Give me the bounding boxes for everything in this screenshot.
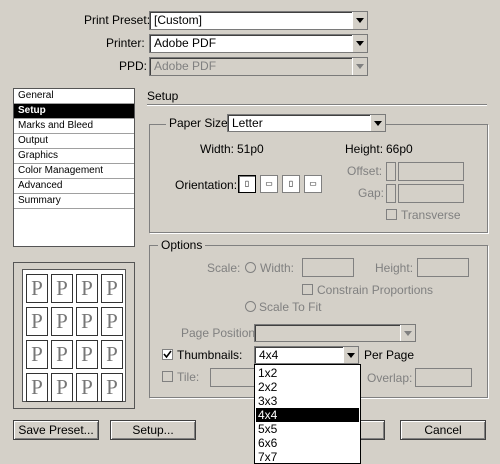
overlap-field	[415, 368, 472, 387]
width-value: 51p0	[237, 142, 264, 156]
tile-field	[210, 368, 256, 387]
constrain-proportions-checkbox	[302, 284, 313, 295]
preview-page: P	[76, 307, 98, 336]
preview-page: P	[101, 373, 123, 402]
gap-stepper	[386, 184, 396, 203]
transverse-checkbox	[386, 209, 397, 220]
scale-width-label: Width:	[260, 261, 295, 275]
preview-page: P	[51, 373, 73, 402]
checkmark-icon	[163, 350, 172, 359]
thumbnails-value: 4x4	[259, 348, 279, 362]
sidebar-item-advanced[interactable]: Advanced	[14, 179, 134, 194]
sidebar-item-summary[interactable]: Summary	[14, 194, 134, 209]
reverse-landscape-icon[interactable]: ▭	[304, 175, 322, 193]
per-page-label: Per Page	[364, 348, 415, 362]
chevron-down-icon[interactable]	[352, 35, 367, 52]
tile-label: Tile:	[177, 370, 200, 384]
overlap-label: Overlap:	[367, 371, 413, 385]
scale-width-radio	[245, 262, 256, 273]
scale-width-field	[302, 258, 354, 277]
tile-checkbox	[162, 371, 173, 382]
scale-to-fit-radio	[245, 301, 256, 312]
page-preview: PPPPPPPPPPPPPPPP	[13, 262, 135, 409]
preview-page: P	[76, 274, 98, 303]
preview-page: P	[101, 307, 123, 336]
thumbnails-checkbox[interactable]	[162, 349, 173, 360]
chevron-down-icon[interactable]	[352, 12, 367, 29]
preview-page: P	[51, 340, 73, 369]
print-preset-dropdown[interactable]: [Custom]	[149, 11, 368, 30]
landscape-icon[interactable]: ▭	[260, 175, 278, 193]
preview-page: P	[26, 274, 48, 303]
setup-button[interactable]: Setup...	[110, 420, 196, 440]
offset-field	[398, 162, 464, 181]
thumbnail-option-5x5[interactable]: 5x5	[256, 422, 359, 436]
chevron-down-icon	[352, 58, 367, 75]
preview-page: P	[26, 307, 48, 336]
sidebar-item-output[interactable]: Output	[14, 134, 134, 149]
paper-size-dropdown[interactable]: Letter	[227, 114, 386, 132]
preview-page: P	[26, 373, 48, 402]
preview-page: P	[101, 274, 123, 303]
setup-section-title: Setup	[147, 89, 179, 103]
printer-value: Adobe PDF	[154, 36, 217, 50]
page-position-label: Page Position:	[181, 326, 259, 340]
reverse-portrait-icon[interactable]: ▯	[282, 175, 300, 193]
category-list[interactable]: General Setup Marks and Bleed Output Gra…	[13, 88, 135, 247]
paper-size-label: Paper Size:	[166, 116, 235, 130]
sidebar-item-graphics[interactable]: Graphics	[14, 149, 134, 164]
thumbnails-options-list[interactable]: 1x2 2x2 3x3 4x4 5x5 6x6 7x7	[254, 364, 361, 464]
section-divider	[147, 104, 487, 105]
sidebar-item-marks-and-bleed[interactable]: Marks and Bleed	[14, 119, 134, 134]
offset-stepper	[386, 162, 396, 181]
sidebar-item-general[interactable]: General	[14, 89, 134, 104]
height-label: Height:	[345, 142, 384, 156]
scale-to-fit-label: Scale To Fit	[259, 300, 322, 314]
ppd-value: Adobe PDF	[154, 59, 217, 73]
printer-label: Printer:	[106, 36, 145, 50]
preview-page: P	[76, 373, 98, 402]
thumbnail-option-4x4[interactable]: 4x4	[256, 408, 359, 422]
gap-field	[398, 184, 464, 203]
width-label: Width:	[200, 142, 235, 156]
print-preset-label: Print Preset:	[84, 13, 151, 27]
thumbnail-option-7x7[interactable]: 7x7	[256, 450, 359, 464]
chevron-down-icon	[400, 325, 415, 341]
sidebar-item-setup[interactable]: Setup	[14, 104, 134, 119]
offset-label: Offset:	[347, 164, 383, 178]
preview-page: P	[51, 307, 73, 336]
scale-label: Scale:	[207, 261, 241, 275]
chevron-down-icon[interactable]	[343, 347, 358, 363]
thumbnail-option-2x2[interactable]: 2x2	[256, 380, 359, 394]
height-value: 66p0	[386, 142, 413, 156]
sidebar-item-color-management[interactable]: Color Management	[14, 164, 134, 179]
printer-dropdown[interactable]: Adobe PDF	[149, 34, 368, 53]
gap-label: Gap:	[358, 186, 385, 200]
transverse-label: Transverse	[401, 208, 461, 222]
ppd-label: PPD:	[119, 59, 148, 73]
preview-page: P	[51, 274, 73, 303]
ppd-dropdown: Adobe PDF	[149, 57, 368, 76]
preview-page: P	[76, 340, 98, 369]
cancel-button[interactable]: Cancel	[400, 420, 486, 440]
thumbnail-option-1x2[interactable]: 1x2	[256, 366, 359, 380]
scale-height-field	[417, 258, 469, 277]
thumbnail-option-3x3[interactable]: 3x3	[256, 394, 359, 408]
thumbnail-option-6x6[interactable]: 6x6	[256, 436, 359, 450]
portrait-icon[interactable]: ▯	[238, 175, 256, 193]
preview-page: P	[101, 340, 123, 369]
orientation-label: Orientation:	[175, 178, 238, 192]
thumbnails-label: Thumbnails:	[177, 348, 243, 362]
options-label: Options	[158, 238, 206, 252]
paper-size-value: Letter	[232, 116, 263, 130]
save-preset-button[interactable]: Save Preset...	[13, 420, 99, 440]
chevron-down-icon[interactable]	[370, 115, 385, 131]
constrain-proportions-label: Constrain Proportions	[317, 283, 434, 297]
scale-height-label: Height:	[375, 261, 414, 275]
print-preset-value: [Custom]	[154, 13, 203, 27]
thumbnails-dropdown[interactable]: 4x4	[254, 346, 359, 364]
preview-page: P	[26, 340, 48, 369]
preview-sheet: PPPPPPPPPPPPPPPP	[22, 269, 126, 402]
page-position-dropdown	[254, 324, 416, 342]
